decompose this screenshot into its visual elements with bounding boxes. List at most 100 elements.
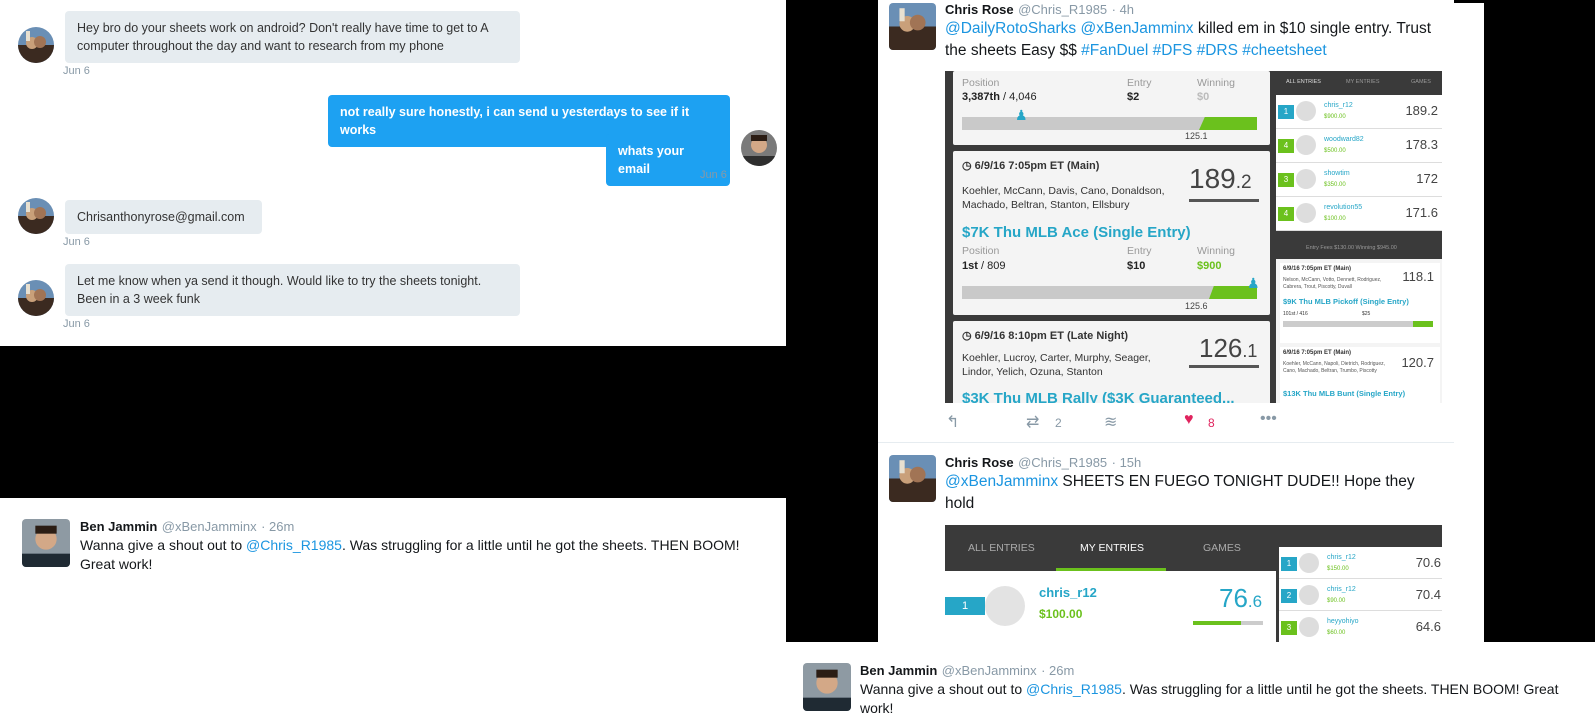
- leaderboard-row[interactable]: 3 showtim $350.00 172: [1276, 163, 1442, 197]
- leaderboard-row[interactable]: 1 chris_r12 $900.00 189.2: [1276, 95, 1442, 129]
- tweet[interactable]: Ben Jammin @xBenJamminx · 26m Wanna give…: [0, 498, 786, 584]
- message-timestamp: Jun 6: [700, 169, 727, 181]
- entry-username: chris_r12: [1327, 586, 1356, 593]
- retweet-icon[interactable]: ⇄: [1026, 412, 1039, 432]
- avatar: [985, 586, 1025, 626]
- hashtag-link[interactable]: #cheetsheet: [1242, 42, 1326, 59]
- mention-link[interactable]: @Chris_R1985: [246, 537, 342, 553]
- entry-winnings: $500.00: [1324, 148, 1346, 154]
- avatar[interactable]: [18, 280, 54, 316]
- avatar: [1299, 585, 1319, 605]
- black-region-left: [0, 346, 786, 498]
- clock-icon: ◷: [962, 160, 972, 172]
- tweet-header: Ben Jammin @xBenJamminx · 26m: [860, 662, 1074, 680]
- tab-games[interactable]: GAMES: [1203, 542, 1241, 554]
- avatar: [1299, 553, 1319, 573]
- rank-badge: 4: [1278, 139, 1294, 153]
- rank-badge: 1: [1278, 105, 1294, 119]
- tab-my-entries[interactable]: MY ENTRIES: [1080, 542, 1144, 554]
- entry-username: chris_r12: [1327, 554, 1356, 561]
- contest-card: ◷ 6/9/16 8:10pm ET (Late Night) Koehler,…: [953, 321, 1270, 403]
- entry-winnings: $150.00: [1327, 566, 1349, 572]
- display-name[interactable]: Ben Jammin: [80, 519, 157, 534]
- entry-score: 178.3: [1405, 137, 1438, 152]
- message-bubble: Chrisanthonyrose@gmail.com: [65, 200, 262, 234]
- username[interactable]: @Chris_R1985: [1018, 2, 1107, 17]
- avatar: [1299, 617, 1319, 637]
- display-name[interactable]: Chris Rose: [945, 2, 1014, 17]
- entry-winnings: $100.00: [1324, 216, 1346, 222]
- mention-link[interactable]: @Chris_R1985: [1026, 681, 1122, 697]
- rank-badge: 4: [1278, 207, 1294, 221]
- entry-score: 64.6: [1415, 619, 1441, 634]
- tweet-header: Chris Rose @Chris_R1985 · 15h: [945, 454, 1141, 472]
- tweet-time[interactable]: · 4h: [1112, 2, 1134, 17]
- leaderboard-row[interactable]: 1 chris_r12 $150.00 70.6: [1279, 547, 1442, 579]
- tweet[interactable]: Chris Rose @Chris_R1985 · 4h @DailyRotoS…: [878, 0, 1454, 443]
- display-name[interactable]: Chris Rose: [945, 455, 1014, 470]
- avatar: [1296, 101, 1316, 121]
- tab-games[interactable]: GAMES: [1411, 79, 1431, 85]
- tweet[interactable]: Ben Jammin @xBenJamminx · 26m Wanna give…: [786, 642, 1595, 728]
- message-bubble: Hey bro do your sheets work on android? …: [65, 11, 520, 63]
- hashtag-link[interactable]: #DRS: [1197, 42, 1238, 59]
- mention-link[interactable]: @xBenJamminx: [945, 473, 1058, 490]
- clock-icon: ◷: [962, 330, 972, 342]
- avatar[interactable]: [803, 663, 851, 711]
- rank-badge: 3: [1281, 621, 1297, 635]
- tweet-time[interactable]: · 26m: [261, 519, 294, 534]
- tweet-text: @xBenJamminx SHEETS EN FUEGO TONIGHT DUD…: [945, 473, 1415, 512]
- rank-badge: 2: [1281, 589, 1297, 603]
- tab-all-entries[interactable]: ALL ENTRIES: [968, 542, 1035, 554]
- heart-icon[interactable]: ♥: [1184, 411, 1194, 429]
- leaderboard-row[interactable]: 3 heyyohiyo $60.00 64.6: [1279, 611, 1442, 642]
- tweet-media-image[interactable]: ALL ENTRIES MY ENTRIES GAMES 1 chris_r12…: [945, 525, 1442, 642]
- reply-icon[interactable]: ↰: [946, 412, 959, 432]
- hashtag-link[interactable]: #DFS: [1153, 42, 1193, 59]
- tweet-time[interactable]: · 15h: [1112, 455, 1142, 470]
- entry-username: woodward82: [1324, 136, 1364, 143]
- position-marker-icon: ♟: [1247, 275, 1260, 291]
- avatar[interactable]: [22, 519, 70, 567]
- stack-icon[interactable]: ≋: [1104, 412, 1117, 432]
- black-region-right-top: [786, 0, 878, 642]
- tweet-media-image[interactable]: Position 3,387th / 4,046 Entry $2 Winnin…: [945, 71, 1442, 403]
- leaderboard-row[interactable]: 4 revolution55 $100.00 171.6: [1276, 197, 1442, 231]
- entry-score: 189.2: [1405, 103, 1438, 118]
- mention-link[interactable]: @DailyRotoSharks: [945, 20, 1076, 37]
- entry-username: chris_r12: [1324, 102, 1353, 109]
- hashtag-link[interactable]: #FanDuel: [1081, 42, 1148, 59]
- leaderboard-panel: 1 chris_r12 $150.00 70.6 2 chris_r12 $90.00 70.…: [1276, 525, 1442, 642]
- mini-contest-list: Entry Fees $130.00 Winning $945.00 6/9/1…: [1276, 237, 1442, 403]
- entry-username: revolution55: [1324, 204, 1363, 211]
- entry-winnings: $900.00: [1324, 114, 1346, 120]
- position-marker-icon: ♟: [1015, 107, 1028, 123]
- mention-link[interactable]: @xBenJamminx: [1080, 20, 1193, 37]
- entry-score: 70.6: [1415, 555, 1441, 570]
- leaderboard-row[interactable]: 4 woodward82 $500.00 178.3: [1276, 129, 1442, 163]
- username[interactable]: @Chris_R1985: [1018, 455, 1107, 470]
- tab-all-entries[interactable]: ALL ENTRIES: [1286, 79, 1321, 85]
- avatar[interactable]: [18, 198, 54, 234]
- username[interactable]: @xBenJamminx: [942, 663, 1037, 678]
- leaderboard-panel: ALL ENTRIES MY ENTRIES GAMES 1 chris_r12 $…: [1276, 71, 1442, 231]
- tweet[interactable]: Chris Rose @Chris_R1985 · 15h @xBenJammi…: [878, 443, 1454, 642]
- display-name[interactable]: Ben Jammin: [860, 663, 937, 678]
- entry-score: 70.4: [1415, 587, 1441, 602]
- entry-winnings: $90.00: [1327, 598, 1346, 604]
- tweet-time[interactable]: · 26m: [1041, 663, 1074, 678]
- leaderboard-row[interactable]: 2 chris_r12 $90.00 70.4: [1279, 579, 1442, 611]
- contest-card: ◷ 6/9/16 7:05pm ET (Main) Koehler, McCan…: [953, 151, 1270, 315]
- username[interactable]: @xBenJamminx: [162, 519, 257, 534]
- list-item[interactable]: 1 chris_r12 $100.00 76.6: [945, 571, 1276, 642]
- black-region-right-side: [1484, 0, 1595, 642]
- avatar[interactable]: [889, 3, 936, 50]
- avatar[interactable]: [889, 455, 936, 502]
- contest-card: Position 3,387th / 4,046 Entry $2 Winnin…: [953, 71, 1270, 145]
- avatar[interactable]: [741, 130, 777, 166]
- avatar[interactable]: [18, 27, 54, 63]
- tweet-text: Wanna give a shout out to @Chris_R1985. …: [80, 537, 740, 572]
- more-icon[interactable]: •••: [1260, 410, 1277, 428]
- tweet-text: @DailyRotoSharks @xBenJamminx killed em …: [945, 20, 1432, 59]
- tab-my-entries[interactable]: MY ENTRIES: [1346, 79, 1380, 85]
